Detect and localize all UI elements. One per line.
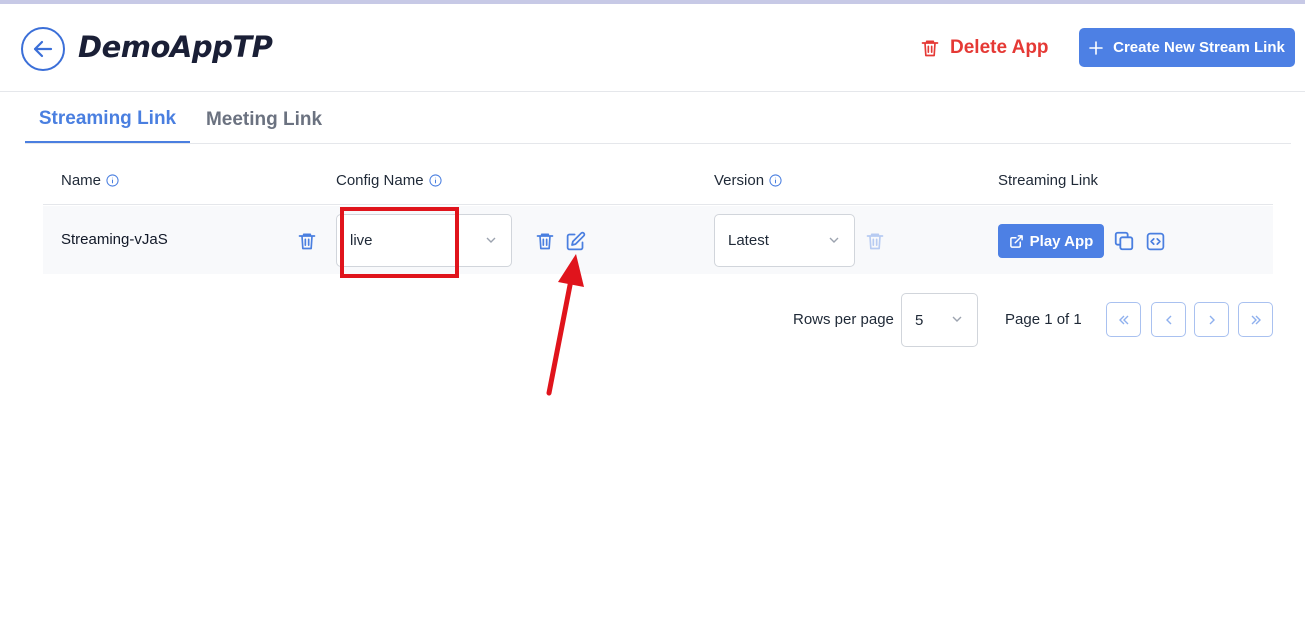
copy-icon [1114,231,1134,251]
table-header-divider [43,204,1273,205]
version-value: Latest [728,232,769,249]
config-name-select[interactable]: live [336,214,512,267]
config-name-value: live [350,232,373,249]
tab-bar: Streaming Link Meeting Link [25,96,1291,144]
app-header: DemoAppTP Delete App Create New Stream L… [0,4,1305,92]
chevron-right-icon [1209,315,1215,324]
annotation-arrow [546,254,584,396]
delete-app-label: Delete App [950,37,1049,58]
play-app-button[interactable]: Play App [998,224,1104,258]
chevron-down-icon [486,237,496,243]
rows-per-page-value: 5 [915,311,924,329]
chevrons-left-icon [1118,315,1128,324]
version-select[interactable]: Latest [714,214,855,267]
page-info: Page 1 of 1 [1005,311,1082,328]
chevron-down-icon [952,316,962,322]
column-header-streaming-link: Streaming Link [998,172,1099,189]
previous-page-button[interactable] [1151,302,1186,337]
trash-icon [298,233,316,250]
chevron-left-icon [1165,315,1171,324]
create-stream-link-label: Create New Stream Link [1113,39,1285,56]
chevron-down-icon [829,237,839,243]
column-header-version: Version [714,172,782,189]
trash-icon [921,40,939,57]
delete-version-button[interactable] [864,229,886,253]
delete-row-button[interactable] [296,229,318,253]
tab-streaming-link[interactable]: Streaming Link [25,96,190,143]
rows-per-page-select[interactable]: 5 [901,293,978,347]
trash-icon [536,233,554,250]
copy-link-button[interactable] [1112,229,1136,253]
first-page-button[interactable] [1106,302,1141,337]
code-icon [1146,232,1164,250]
column-header-config-name: Config Name [336,172,442,189]
tab-meeting-link[interactable]: Meeting Link [197,96,331,143]
rows-per-page-label: Rows per page [793,311,894,328]
info-icon [769,174,782,187]
back-button[interactable] [21,27,65,71]
delete-app-button[interactable]: Delete App [920,34,1049,62]
row-name: Streaming-vJaS [61,231,168,248]
embed-code-button[interactable] [1143,229,1167,253]
last-page-button[interactable] [1238,302,1273,337]
create-stream-link-button[interactable]: Create New Stream Link [1079,28,1295,67]
play-app-label: Play App [1029,232,1094,250]
next-page-button[interactable] [1194,302,1229,337]
trash-icon [866,233,884,250]
arrow-left-icon [33,40,53,58]
info-icon [428,174,442,187]
edit-icon [566,231,585,250]
app-title: DemoAppTP [78,30,273,64]
column-header-name: Name [61,172,119,189]
chevrons-right-icon [1251,315,1261,324]
info-icon [106,174,119,187]
plus-icon [1089,40,1103,55]
external-link-icon [1009,234,1023,248]
